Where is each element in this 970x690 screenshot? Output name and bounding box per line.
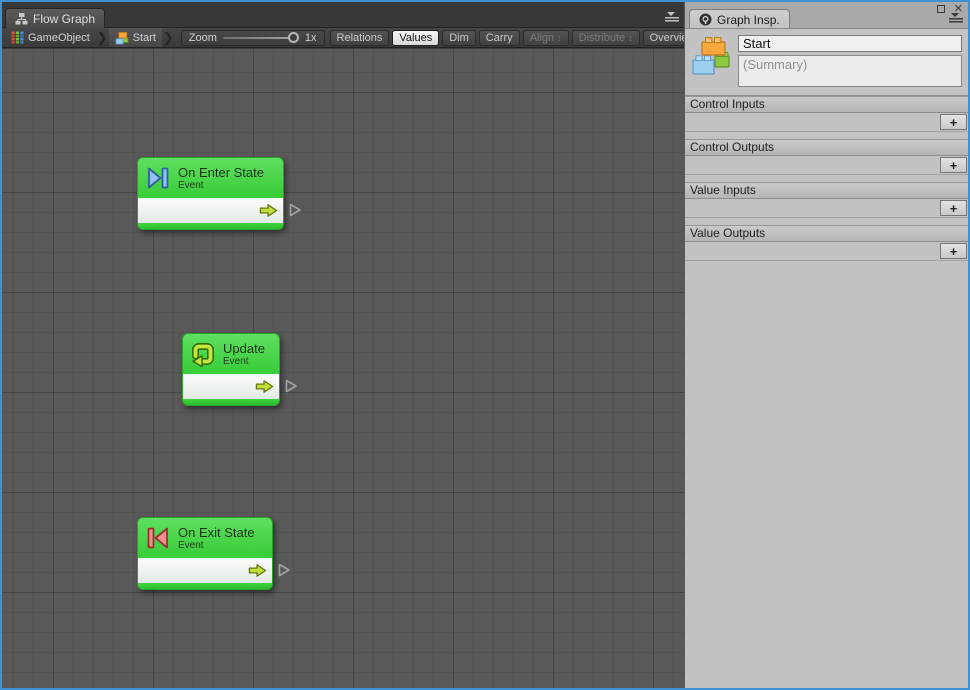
- graph-inspector-panel: Graph Insp. ✕: [684, 2, 968, 688]
- value-inputs-row: +: [685, 199, 968, 218]
- node-titles: Update Event: [223, 341, 265, 368]
- tab-flow-graph[interactable]: Flow Graph: [5, 8, 105, 28]
- node-port-row: [182, 374, 280, 399]
- exit-state-icon: [145, 525, 171, 551]
- control-output-port-icon[interactable]: [259, 203, 278, 218]
- inspector-tab-bar: Graph Insp. ✕: [685, 2, 968, 28]
- port-connect-triangle-icon[interactable]: [278, 563, 291, 577]
- enter-state-icon: [145, 165, 171, 191]
- zoom-slider-track[interactable]: [223, 37, 297, 39]
- divider: [685, 175, 968, 182]
- value-outputs-row: +: [685, 242, 968, 261]
- toolbar-buttons: Relations Values Dim Carry Align ↕ Distr…: [330, 30, 703, 46]
- node-subtitle: Event: [178, 180, 264, 192]
- control-output-port-icon[interactable]: [255, 379, 274, 394]
- graph-title-input[interactable]: [738, 35, 962, 52]
- graph-toolbar: GameObject ❯ Start ❯ Zoom 1x: [2, 28, 684, 48]
- flow-graph-tab-bar: Flow Graph: [2, 2, 684, 28]
- zoom-control: Zoom 1x: [181, 30, 325, 46]
- section-header-control-outputs: Control Outputs: [685, 139, 968, 156]
- add-control-output-button[interactable]: +: [940, 157, 967, 173]
- tab-flow-graph-label: Flow Graph: [33, 12, 95, 26]
- node-title: On Enter State: [178, 165, 264, 180]
- panel-menu-icon[interactable]: [665, 12, 679, 23]
- panel-menu-icon[interactable]: [949, 13, 963, 24]
- align-button: Align ↕: [523, 30, 569, 46]
- divider: [685, 218, 968, 225]
- section-header-value-inputs: Value Inputs: [685, 182, 968, 199]
- node-subtitle: Event: [178, 540, 255, 552]
- inspector-body: Control Inputs + Control Outputs + Value…: [685, 28, 968, 688]
- node-footer: [137, 583, 273, 590]
- relations-button[interactable]: Relations: [330, 30, 390, 46]
- add-value-input-button[interactable]: +: [940, 200, 967, 216]
- flow-macro-icon: [691, 35, 731, 81]
- flow-machine-icon: [11, 31, 24, 44]
- section-header-control-inputs: Control Inputs: [685, 96, 968, 113]
- node-footer: [182, 399, 280, 406]
- breadcrumb-start-label: Start: [133, 32, 156, 44]
- node-port-row: [137, 558, 273, 583]
- add-value-output-button[interactable]: +: [940, 243, 967, 259]
- graph-icon: [15, 12, 28, 25]
- graph-summary-block: [685, 29, 968, 95]
- dim-button[interactable]: Dim: [442, 30, 476, 46]
- section-header-value-outputs: Value Outputs: [685, 225, 968, 242]
- maximize-icon[interactable]: [937, 5, 945, 13]
- breadcrumb-start[interactable]: Start: [109, 28, 162, 47]
- node-port-row: [137, 198, 284, 223]
- node-update[interactable]: Update Event: [182, 333, 280, 406]
- update-loop-icon: [190, 341, 216, 367]
- unity-window: Flow Graph GameObject ❯: [0, 0, 970, 690]
- node-on-exit-state[interactable]: On Exit State Event: [137, 517, 273, 590]
- flow-macro-icon: [115, 31, 129, 45]
- node-titles: On Enter State Event: [178, 165, 264, 192]
- graph-summary-input[interactable]: [738, 55, 962, 87]
- add-control-input-button[interactable]: +: [940, 114, 967, 130]
- zoom-label: Zoom: [189, 32, 217, 44]
- tab-graph-inspector-label: Graph Insp.: [717, 13, 780, 27]
- dropdown-updown-icon: ↕: [628, 33, 633, 43]
- port-connect-triangle-icon[interactable]: [285, 379, 298, 393]
- zoom-slider-knob[interactable]: [288, 32, 299, 43]
- distribute-button: Distribute ↕: [572, 30, 640, 46]
- carry-button[interactable]: Carry: [479, 30, 520, 46]
- tab-graph-inspector[interactable]: Graph Insp.: [689, 9, 790, 29]
- node-header[interactable]: Update Event: [182, 333, 280, 374]
- breadcrumb-separator-icon: ❯: [162, 29, 175, 47]
- breadcrumb-gameobject[interactable]: GameObject: [5, 28, 96, 47]
- dropdown-updown-icon: ↕: [557, 33, 562, 43]
- flow-graph-panel: Flow Graph GameObject ❯: [2, 2, 684, 688]
- node-header[interactable]: On Enter State Event: [137, 157, 284, 198]
- graph-inspector-icon: [699, 13, 712, 26]
- node-title: On Exit State: [178, 525, 255, 540]
- divider: [685, 132, 968, 139]
- breadcrumb-separator-icon: ❯: [96, 29, 109, 47]
- node-on-enter-state[interactable]: On Enter State Event: [137, 157, 284, 230]
- node-title: Update: [223, 341, 265, 356]
- values-button[interactable]: Values: [392, 30, 439, 46]
- breadcrumb-gameobject-label: GameObject: [28, 32, 90, 44]
- graph-fields: [738, 35, 962, 87]
- control-output-port-icon[interactable]: [248, 563, 267, 578]
- node-titles: On Exit State Event: [178, 525, 255, 552]
- zoom-value: 1x: [305, 32, 317, 44]
- control-outputs-row: +: [685, 156, 968, 175]
- node-footer: [137, 223, 284, 230]
- node-subtitle: Event: [223, 356, 265, 368]
- port-connect-triangle-icon[interactable]: [289, 203, 302, 217]
- zoom-slider[interactable]: [223, 32, 299, 44]
- control-inputs-row: +: [685, 113, 968, 132]
- node-header[interactable]: On Exit State Event: [137, 517, 273, 558]
- graph-canvas[interactable]: On Enter State Event: [2, 49, 684, 688]
